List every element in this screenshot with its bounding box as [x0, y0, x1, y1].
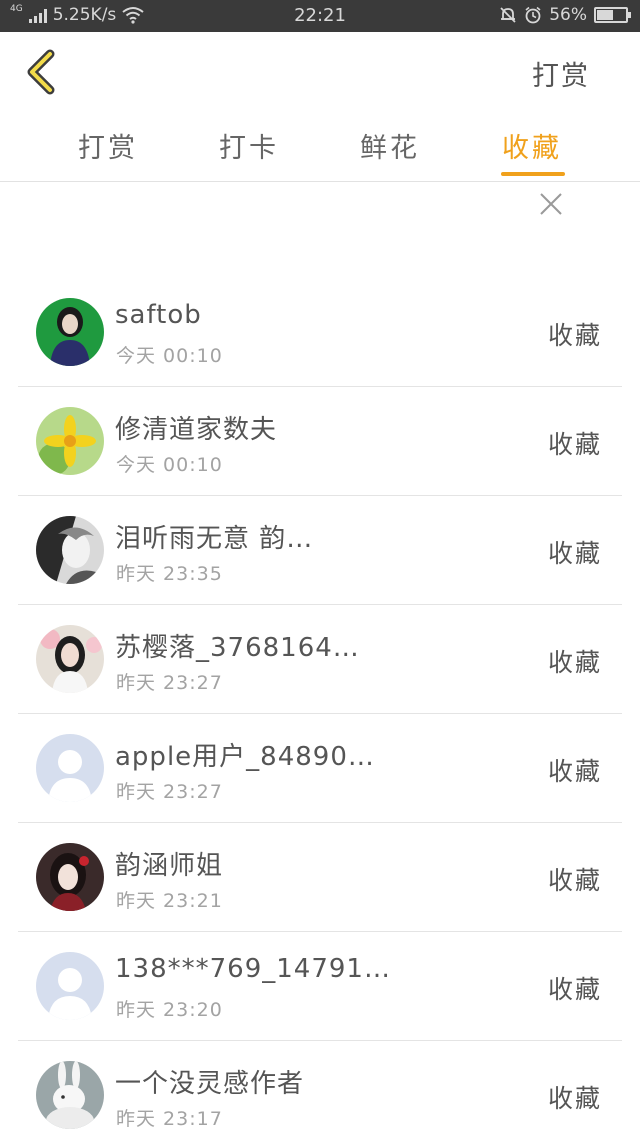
favorite-label: 收藏 — [547, 321, 602, 350]
close-icon — [540, 193, 562, 215]
list-item[interactable]: 韵涵师姐 昨天 23:21 收藏 — [18, 823, 622, 932]
user-time: 昨天 23:27 — [116, 781, 223, 803]
default-user-icon — [36, 734, 104, 802]
status-right: 56% — [499, 5, 631, 25]
active-tab-indicator — [501, 172, 565, 176]
chevron-left-icon — [27, 49, 55, 95]
status-bar: 4G 5.25K/s 22:21 56% — [0, 0, 640, 32]
avatar[interactable] — [36, 298, 104, 366]
user-time: 昨天 23:20 — [116, 999, 223, 1021]
favorite-label: 收藏 — [547, 1084, 602, 1113]
avatar[interactable] — [36, 843, 104, 911]
user-name: saftob — [115, 300, 202, 330]
list-item[interactable]: 一个没灵感作者 昨天 23:17 收藏 — [18, 1041, 622, 1138]
list-item[interactable]: 苏樱落_3768164… 昨天 23:27 收藏 — [18, 605, 622, 714]
avatar[interactable] — [36, 1061, 104, 1129]
alarm-icon — [525, 6, 541, 24]
tab-favorites[interactable]: 收藏 — [502, 126, 562, 165]
avatar[interactable] — [36, 625, 104, 693]
list-item[interactable]: apple用户_84890… 昨天 23:27 收藏 — [18, 714, 622, 823]
favorite-label: 收藏 — [547, 757, 602, 786]
close-button[interactable] — [537, 190, 565, 218]
user-name: apple用户_84890… — [115, 742, 375, 772]
favorite-label: 收藏 — [547, 975, 602, 1004]
avatar[interactable] — [36, 516, 104, 584]
user-name: 修清道家数夫 — [115, 415, 278, 445]
list-item[interactable]: 138***769_14791… 昨天 23:20 收藏 — [18, 932, 622, 1041]
mute-icon — [500, 7, 516, 23]
avatar[interactable] — [36, 734, 104, 802]
tab-checkin[interactable]: 打卡 — [219, 126, 279, 165]
default-user-icon — [36, 952, 104, 1020]
user-time: 昨天 23:27 — [116, 672, 223, 694]
user-name: 138***769_14791… — [115, 954, 391, 984]
user-time: 昨天 23:17 — [116, 1108, 223, 1130]
user-list: saftob 今天 00:10 收藏 修清道家数夫 今天 00:10 收藏 泪听… — [18, 278, 622, 1138]
battery-icon — [594, 7, 631, 23]
list-item[interactable]: saftob 今天 00:10 收藏 — [18, 278, 622, 387]
reward-button[interactable]: 打赏 — [532, 54, 590, 93]
user-time: 昨天 23:35 — [116, 563, 223, 585]
user-name: 韵涵师姐 — [115, 851, 224, 881]
favorite-label: 收藏 — [547, 539, 602, 568]
user-time: 今天 00:10 — [116, 345, 223, 367]
back-button[interactable] — [22, 48, 62, 96]
favorite-label: 收藏 — [547, 430, 602, 459]
user-name: 一个没灵感作者 — [115, 1069, 305, 1099]
battery-percent: 56% — [549, 5, 587, 25]
user-time: 昨天 23:21 — [116, 890, 223, 912]
top-bar: 打赏 — [0, 32, 640, 112]
list-item[interactable]: 修清道家数夫 今天 00:10 收藏 — [18, 387, 622, 496]
tab-reward[interactable]: 打赏 — [78, 126, 138, 165]
list-item[interactable]: 泪听雨无意 韵… 昨天 23:35 收藏 — [18, 496, 622, 605]
avatar[interactable] — [36, 952, 104, 1020]
user-name: 泪听雨无意 韵… — [115, 524, 314, 554]
tab-flowers[interactable]: 鲜花 — [360, 126, 420, 165]
user-time: 今天 00:10 — [116, 454, 223, 476]
user-name: 苏樱落_3768164… — [115, 633, 360, 663]
avatar[interactable] — [36, 407, 104, 475]
favorite-label: 收藏 — [547, 866, 602, 895]
favorite-label: 收藏 — [547, 648, 602, 677]
